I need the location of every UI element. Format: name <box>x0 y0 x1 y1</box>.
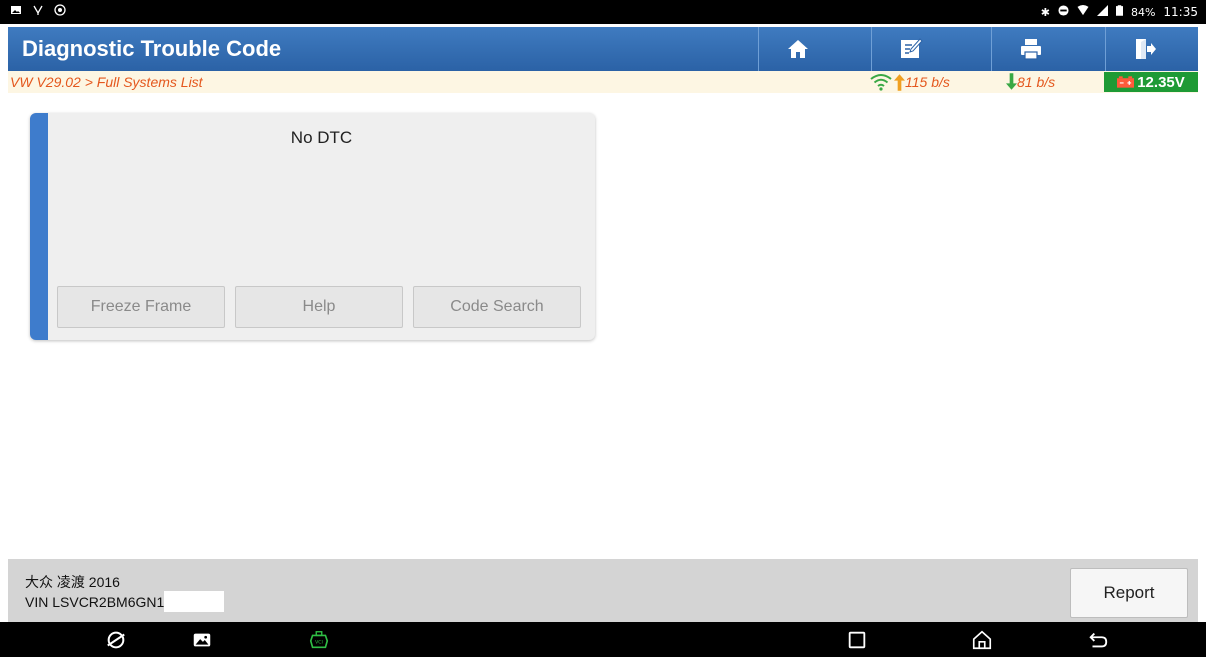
clock: 11:35 <box>1163 5 1198 19</box>
exit-button[interactable] <box>1105 27 1184 71</box>
battery-icon <box>1115 5 1123 19</box>
back-icon[interactable] <box>1086 628 1110 652</box>
dtc-message: No DTC <box>290 128 353 147</box>
cell-signal-icon <box>1096 5 1108 19</box>
help-button[interactable]: Help <box>235 286 403 328</box>
vin-row: VIN LSVCR2BM6GN1 <box>25 591 225 612</box>
card-accent-stripe <box>30 113 48 340</box>
upload-arrow-icon <box>894 73 905 91</box>
do-not-disturb-icon <box>1058 5 1069 19</box>
vci-connector-icon[interactable]: VCI <box>307 628 331 652</box>
usb-debug-icon <box>32 4 44 16</box>
voltage-badge: 12.35V <box>1104 72 1198 92</box>
title-bar: Diagnostic Trouble Code <box>8 27 1198 72</box>
home-icon <box>788 40 808 58</box>
navigation-bar: VCI <box>0 622 1206 657</box>
car-battery-icon <box>1117 76 1135 88</box>
wifi-signal-icon <box>1077 5 1089 19</box>
breadcrumb-bar: VW V29.02 > Full Systems List 115 b/s 81… <box>8 71 1198 93</box>
breadcrumb: VW V29.02 > Full Systems List <box>10 74 203 90</box>
upload-speed: 115 b/s <box>905 74 950 90</box>
browser-icon[interactable] <box>104 628 128 652</box>
code-search-button[interactable]: Code Search <box>413 286 581 328</box>
print-button[interactable] <box>991 27 1070 71</box>
gallery-icon[interactable] <box>190 628 214 652</box>
vin-redaction <box>164 591 225 612</box>
download-arrow-icon <box>1006 73 1017 90</box>
edit-button[interactable] <box>871 27 950 71</box>
bluetooth-icon: ✱ <box>1040 5 1050 19</box>
home-button[interactable] <box>758 27 837 71</box>
vehicle-model: 大众 凌渡 2016 <box>25 574 120 590</box>
status-bar: ✱ 84% 11:35 <box>0 0 1206 24</box>
home-nav-icon[interactable] <box>970 628 994 652</box>
photo-notification-icon <box>10 4 22 16</box>
print-icon <box>1021 39 1041 60</box>
page-title: Diagnostic Trouble Code <box>22 36 282 61</box>
download-indicator: 81 b/s <box>1006 73 1055 90</box>
app-notification-icon <box>54 4 66 16</box>
battery-percent: 84% <box>1130 5 1156 19</box>
wifi-icon <box>870 74 892 91</box>
voltage-value: 12.35V <box>1137 73 1185 91</box>
svg-text:VCI: VCI <box>315 640 323 646</box>
recent-apps-icon[interactable] <box>845 628 869 652</box>
report-button[interactable]: Report <box>1070 568 1188 618</box>
dtc-card: No DTC Freeze Frame Help Code Search <box>30 113 595 340</box>
freeze-frame-button[interactable]: Freeze Frame <box>57 286 225 328</box>
exit-icon <box>1136 39 1156 59</box>
edit-icon <box>901 38 923 58</box>
vehicle-info-bar: 大众 凌渡 2016 VIN LSVCR2BM6GN1 Report <box>8 559 1198 622</box>
upload-indicator: 115 b/s <box>868 73 950 91</box>
vin-number: VIN LSVCR2BM6GN1 <box>25 593 165 610</box>
download-speed: 81 b/s <box>1017 73 1056 90</box>
